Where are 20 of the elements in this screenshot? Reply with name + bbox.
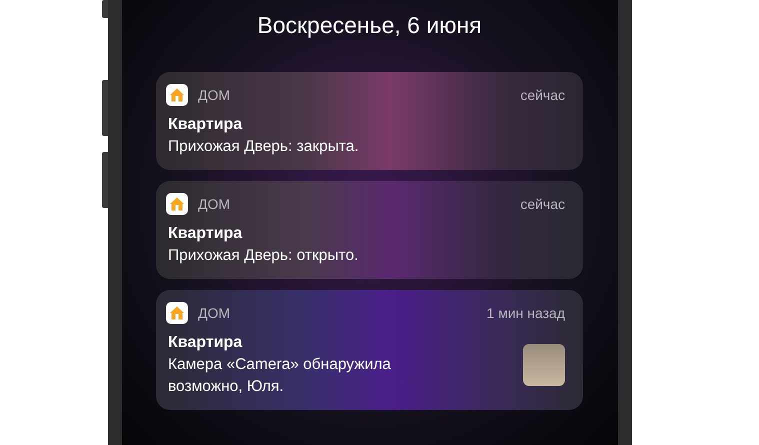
notification-card[interactable]: ДОМ 1 мин назад Квартира Камера «Camera» обнаружила возможно, Юля.	[156, 290, 583, 410]
notification-time: сейчас	[520, 86, 566, 104]
notification-time: сейчас	[520, 194, 566, 214]
notification-card[interactable]: ДОМ сейчас Квартира Прихожая Дверь: закрыта.	[156, 72, 583, 170]
notification-body: Прихожая Дверь: закрыта.	[168, 137, 360, 157]
notification-title: Квартира	[168, 333, 244, 353]
photo-placeholder	[523, 344, 565, 386]
notification-title: Квартира	[168, 224, 244, 244]
notification-body: Камера «Camera» обнаружила возможно, Юля.	[168, 355, 392, 397]
notification-time: 1 мин назад	[486, 304, 566, 323]
home-app-icon	[166, 84, 188, 106]
notification-body: Прихожая Дверь: открыто.	[168, 246, 360, 266]
notification-card[interactable]: ДОМ сейчас Квартира Прихожая Дверь: открыто.	[156, 181, 583, 279]
date-text: Воскресенье, 6 июня	[257, 11, 482, 40]
app-name: ДОМ	[198, 86, 230, 105]
app-name: ДОМ	[198, 194, 230, 214]
home-app-icon	[166, 193, 188, 215]
home-app-icon	[166, 302, 188, 324]
notification-title: Квартира	[168, 115, 244, 135]
app-name: ДОМ	[198, 304, 230, 323]
